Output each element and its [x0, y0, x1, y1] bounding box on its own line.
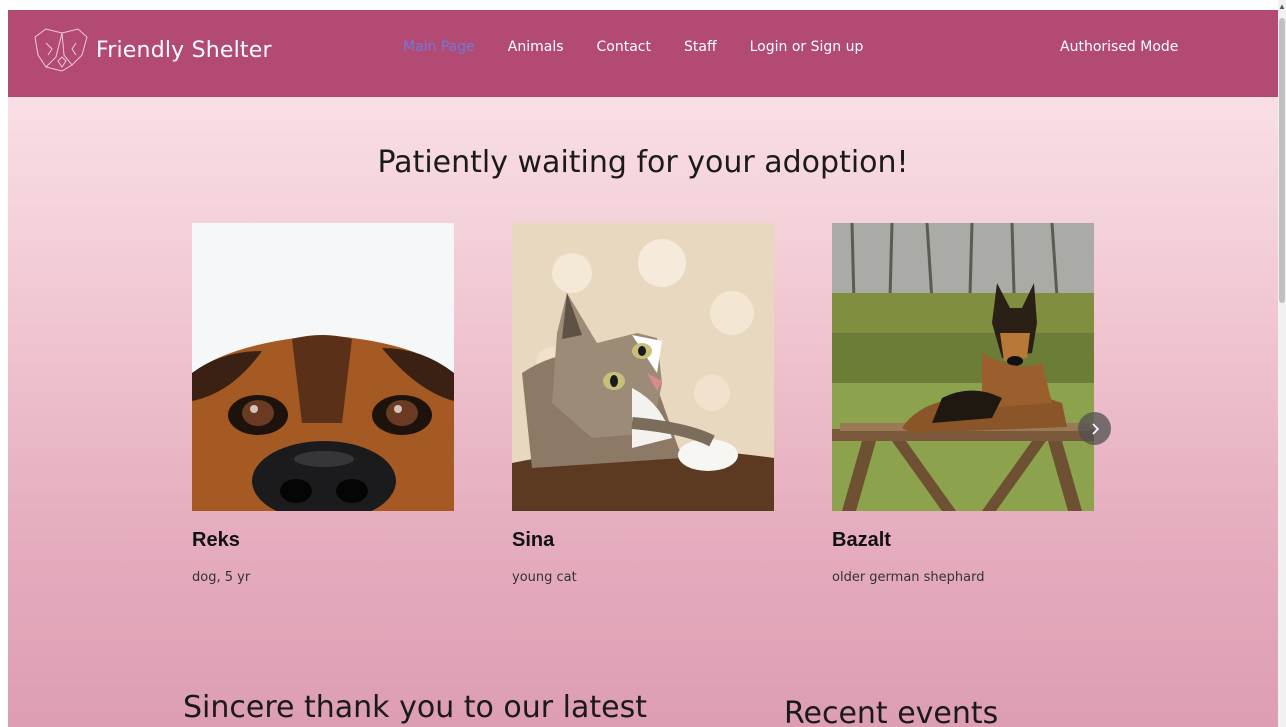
carousel-next-button[interactable] [1078, 412, 1111, 445]
chevron-right-icon [1091, 422, 1099, 435]
vertical-scrollbar[interactable]: ▲ [1278, 0, 1286, 727]
animal-card[interactable]: Sina young cat [512, 223, 774, 585]
nav-main-page[interactable]: Main Page [403, 39, 475, 55]
german-shepherd-photo [832, 223, 1094, 511]
thanks-section-title: Sincere thank you to our latest [183, 690, 647, 725]
nav-staff[interactable]: Staff [684, 39, 717, 55]
nav-links: Main Page Animals Contact Staff Login or… [403, 39, 896, 55]
navbar: Friendly Shelter Main Page Animals Conta… [8, 10, 1278, 97]
nav-contact[interactable]: Contact [597, 39, 651, 55]
dog-photo [192, 223, 454, 511]
scroll-up-arrow-icon[interactable]: ▲ [1278, 0, 1286, 14]
authorised-mode-link[interactable]: Authorised Mode [1060, 39, 1178, 55]
cat-photo [512, 223, 774, 511]
events-section-title: Recent events [784, 696, 999, 727]
page: Friendly Shelter Main Page Animals Conta… [8, 10, 1278, 727]
animal-name: Sina [512, 529, 555, 551]
animal-name: Reks [192, 529, 240, 551]
dog-cat-logo-icon [34, 28, 88, 72]
brand-name: Friendly Shelter [96, 37, 272, 63]
animal-card[interactable]: Bazalt older german shephard [832, 223, 1094, 585]
animal-description: dog, 5 yr [192, 570, 251, 585]
brand[interactable]: Friendly Shelter [32, 25, 272, 75]
animal-card[interactable]: Reks dog, 5 yr [192, 223, 454, 585]
animal-description: young cat [512, 570, 577, 585]
scroll-thumb[interactable] [1279, 18, 1285, 303]
animal-description: older german shephard [832, 570, 985, 585]
hero-title: Patiently waiting for your adoption! [377, 145, 909, 180]
animal-name: Bazalt [832, 529, 891, 551]
nav-animals[interactable]: Animals [508, 39, 564, 55]
nav-login-signup[interactable]: Login or Sign up [750, 39, 864, 55]
